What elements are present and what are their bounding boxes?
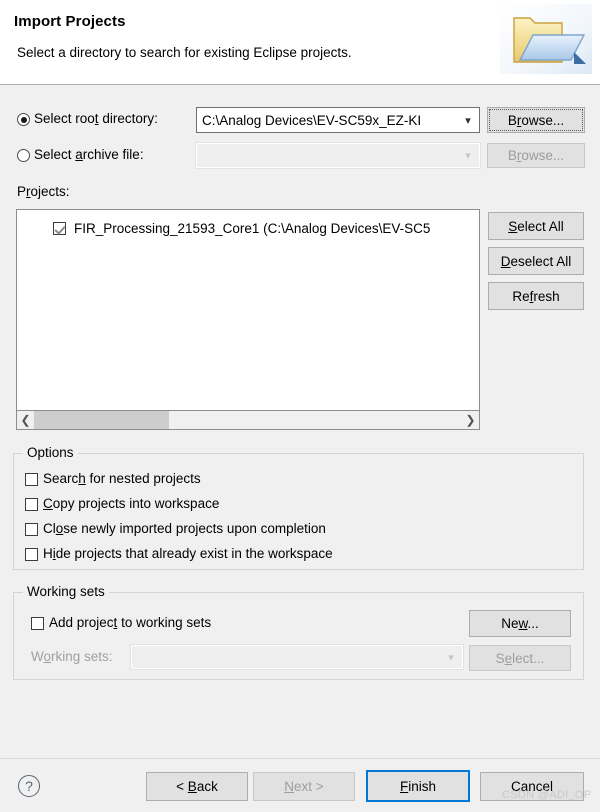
select-working-sets-button: Select...: [469, 645, 571, 671]
checkbox-close-imported[interactable]: [25, 523, 38, 536]
option-label-search-nested: Search for nested projects: [43, 471, 201, 486]
back-button[interactable]: < Back: [146, 772, 248, 801]
option-label-copy-projects: Copy projects into workspace: [43, 496, 220, 511]
root-directory-value[interactable]: C:\Analog Devices\EV-SC59x_EZ-KI: [197, 113, 457, 128]
next-button: Next >: [253, 772, 355, 801]
refresh-button[interactable]: Refresh: [488, 282, 584, 310]
label-select-archive-file: Select archive file:: [34, 147, 144, 162]
page-description: Select a directory to search for existin…: [17, 45, 352, 60]
label-select-root-directory: Select root directory:: [34, 111, 158, 126]
dialog-header: Import Projects Select a directory to se…: [0, 0, 600, 85]
checkbox-copy-projects[interactable]: [25, 498, 38, 511]
chevron-down-icon: ▾: [448, 651, 454, 664]
projects-listbox[interactable]: FIR_Processing_21593_Core1 (C:\Analog De…: [16, 209, 480, 411]
select-all-button[interactable]: Select All: [488, 212, 584, 240]
radio-select-root-directory[interactable]: [17, 113, 30, 126]
project-checkbox[interactable]: [53, 221, 66, 235]
project-name: FIR_Processing_21593_Core1 (C:\Analog De…: [74, 220, 431, 236]
deselect-all-button[interactable]: Deselect All: [488, 247, 584, 275]
footer-separator: [0, 758, 600, 759]
chevron-right-icon[interactable]: ❯: [462, 411, 479, 429]
option-search-nested[interactable]: Search for nested projects: [25, 471, 201, 486]
option-label-close-imported: Close newly imported projects upon compl…: [43, 521, 326, 536]
option-hide-existing[interactable]: Hide projects that already exist in the …: [25, 546, 333, 561]
browse-root-directory-button[interactable]: Browse...: [487, 107, 585, 133]
working-sets-group-title: Working sets: [23, 584, 109, 599]
import-folder-icon: [500, 4, 592, 74]
option-add-to-working-sets[interactable]: Add project to working sets: [31, 615, 211, 630]
checkbox-add-to-working-sets[interactable]: [31, 617, 44, 630]
page-title: Import Projects: [14, 13, 126, 30]
working-sets-combo: ▾: [130, 644, 464, 670]
root-directory-combo[interactable]: C:\Analog Devices\EV-SC59x_EZ-KI ▾: [196, 107, 480, 133]
scrollbar-thumb[interactable]: [34, 411, 169, 429]
option-close-imported[interactable]: Close newly imported projects upon compl…: [25, 521, 326, 536]
options-group-title: Options: [23, 445, 78, 460]
projects-horizontal-scrollbar[interactable]: ❮ ❯: [16, 411, 480, 430]
radio-select-archive-file[interactable]: [17, 149, 30, 162]
chevron-down-icon: ▾: [465, 150, 471, 162]
help-question-icon[interactable]: ?: [18, 775, 40, 797]
chevron-left-icon[interactable]: ❮: [17, 411, 34, 429]
checkbox-hide-existing[interactable]: [25, 548, 38, 561]
checkbox-search-nested[interactable]: [25, 473, 38, 486]
options-group: Options Search for nested projects Copy …: [13, 445, 584, 570]
watermark: CSDN @ADI_OP: [502, 789, 592, 801]
option-copy-projects[interactable]: Copy projects into workspace: [25, 496, 219, 511]
new-working-set-button[interactable]: New...: [469, 610, 571, 637]
label-working-sets-combo: Working sets:: [31, 649, 113, 664]
archive-file-combo: ▾: [195, 142, 481, 169]
browse-archive-file-button: Browse...: [487, 143, 585, 168]
chevron-down-icon[interactable]: ▾: [457, 114, 479, 127]
label-add-to-working-sets: Add project to working sets: [49, 615, 212, 630]
working-sets-group: Working sets Add project to working sets…: [13, 584, 584, 680]
list-item[interactable]: FIR_Processing_21593_Core1 (C:\Analog De…: [17, 218, 430, 238]
option-label-hide-existing: Hide projects that already exist in the …: [43, 546, 333, 561]
scrollbar-track[interactable]: [34, 411, 462, 429]
projects-label: Projects:: [17, 184, 70, 199]
finish-button[interactable]: Finish: [366, 770, 470, 802]
